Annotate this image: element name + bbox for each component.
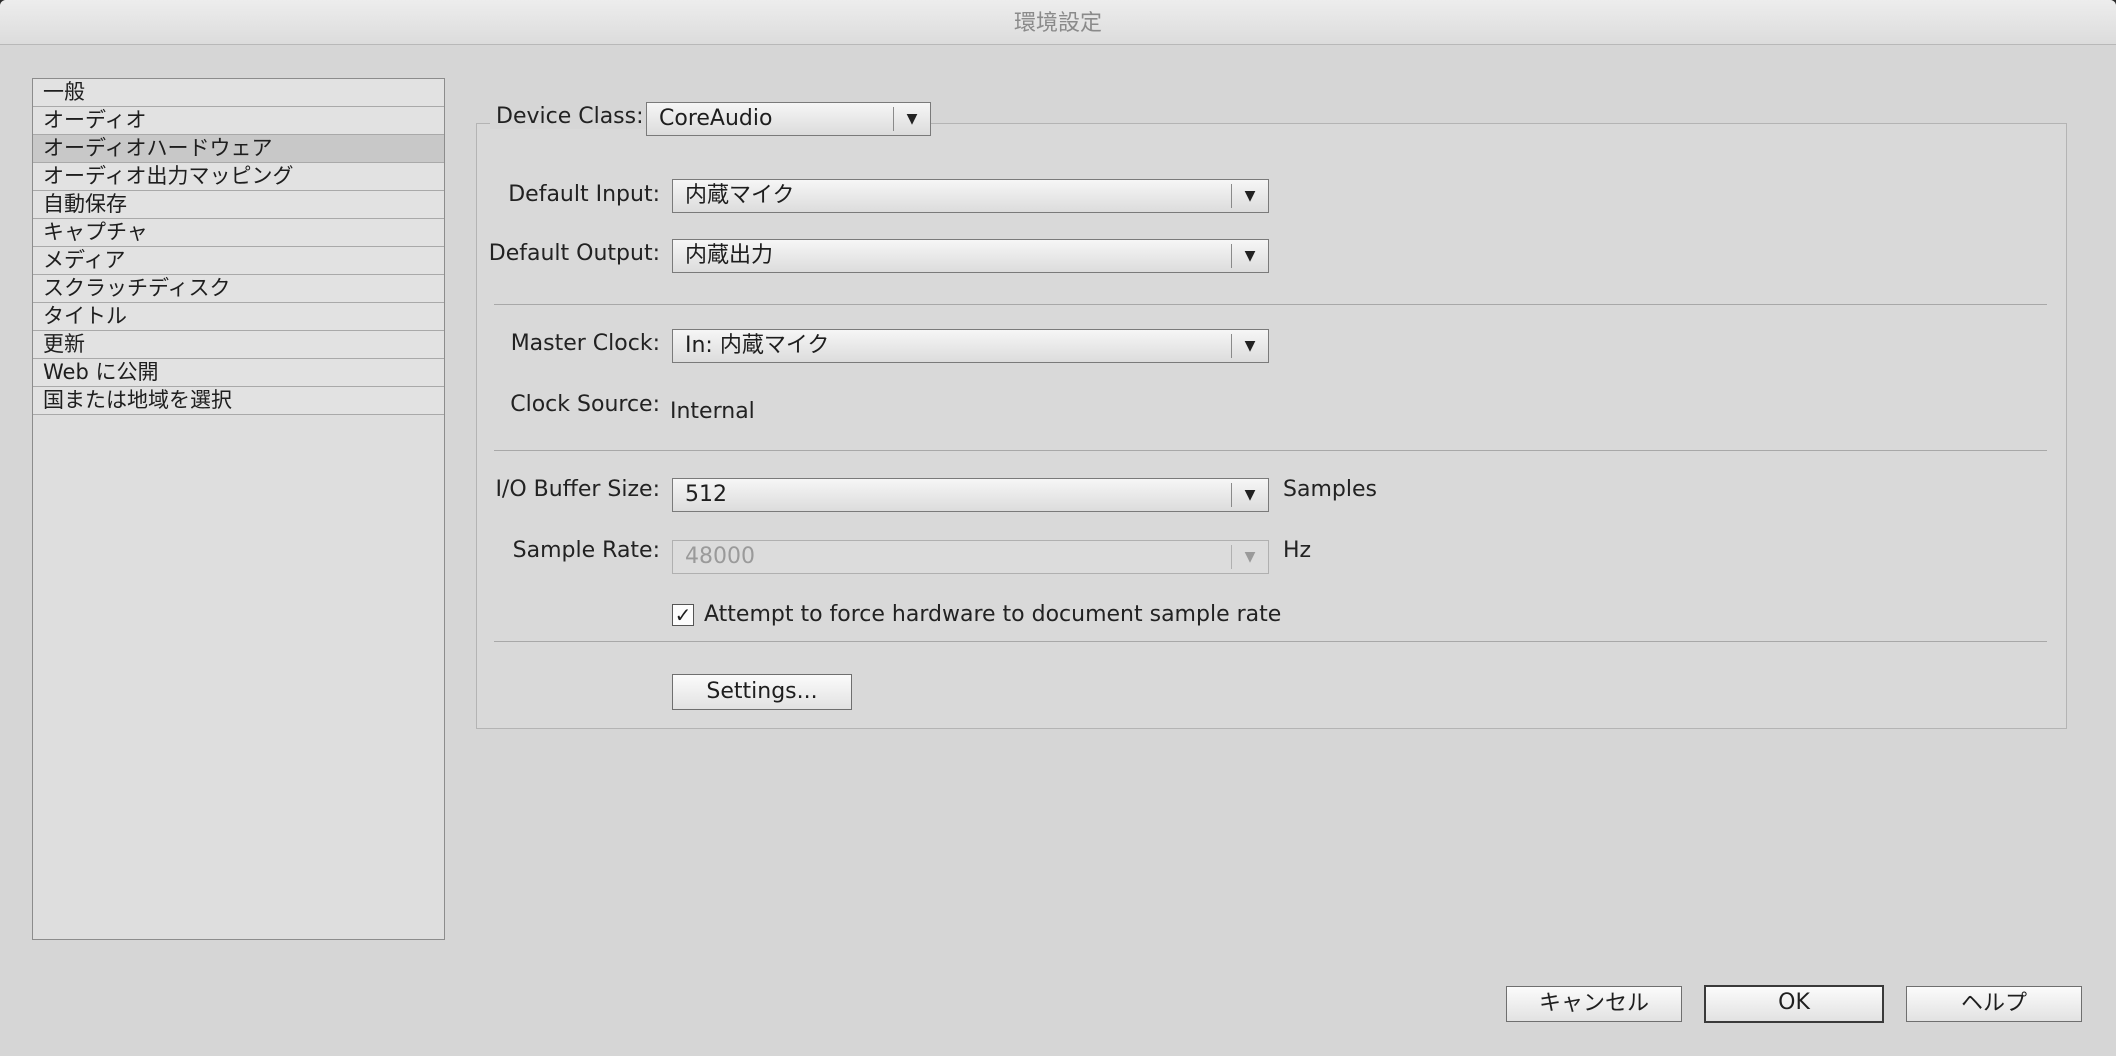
buffer-size-unit: Samples	[1283, 477, 1377, 502]
divider	[494, 641, 2047, 642]
master-clock-value: In: 内蔵マイク	[685, 333, 830, 358]
force-sample-rate-label[interactable]: Attempt to force hardware to document sa…	[704, 602, 1281, 627]
sample-rate-dropdown: 48000 ▼	[672, 540, 1269, 574]
clock-source-label: Clock Source:	[510, 392, 660, 417]
sample-rate-label: Sample Rate:	[512, 538, 660, 563]
category-item-select-region[interactable]: 国または地域を選択	[33, 387, 444, 415]
ok-button[interactable]: OK	[1704, 985, 1884, 1023]
category-item-capture[interactable]: キャプチャ	[33, 219, 444, 247]
settings-button[interactable]: Settings...	[672, 674, 852, 710]
device-class-label: Device Class:	[490, 104, 650, 129]
chevron-down-icon: ▼	[1231, 483, 1268, 507]
help-button[interactable]: ヘルプ	[1906, 986, 2082, 1022]
chevron-down-icon: ▼	[1231, 244, 1268, 268]
category-item-audio-output-mapping[interactable]: オーディオ出力マッピング	[33, 163, 444, 191]
chevron-down-icon: ▼	[1231, 334, 1268, 358]
clock-source-value: Internal	[670, 399, 755, 424]
default-input-label: Default Input:	[508, 182, 660, 207]
default-output-label: Default Output:	[488, 241, 660, 266]
sample-rate-unit: Hz	[1283, 538, 1312, 563]
category-item-audio-hardware[interactable]: オーディオハードウェア	[33, 135, 444, 163]
chevron-down-icon: ▼	[1231, 184, 1268, 208]
category-item-audio[interactable]: オーディオ	[33, 107, 444, 135]
checkmark-icon: ✓	[674, 603, 692, 627]
category-list[interactable]: 一般 オーディオ オーディオハードウェア オーディオ出力マッピング 自動保存 キ…	[32, 78, 445, 940]
default-output-value: 内蔵出力	[685, 243, 774, 268]
buffer-size-dropdown[interactable]: 512 ▼	[672, 478, 1269, 512]
buffer-size-value: 512	[685, 482, 727, 507]
audio-hardware-group	[476, 123, 2067, 729]
category-item-scratch-disks[interactable]: スクラッチディスク	[33, 275, 444, 303]
window-title: 環境設定	[0, 0, 2116, 45]
device-class-dropdown[interactable]: CoreAudio ▼	[646, 102, 931, 136]
chevron-down-icon: ▼	[893, 107, 930, 131]
category-item-updates[interactable]: 更新	[33, 331, 444, 359]
preferences-window: 環境設定 一般 オーディオ オーディオハードウェア オーディオ出力マッピング 自…	[0, 0, 2116, 1056]
chevron-down-icon: ▼	[1231, 545, 1268, 569]
divider	[494, 450, 2047, 451]
master-clock-dropdown[interactable]: In: 内蔵マイク ▼	[672, 329, 1269, 363]
divider	[494, 304, 2047, 305]
default-input-value: 内蔵マイク	[685, 183, 795, 208]
category-item-titler[interactable]: タイトル	[33, 303, 444, 331]
category-item-general[interactable]: 一般	[33, 79, 444, 107]
master-clock-label: Master Clock:	[510, 331, 660, 356]
category-item-auto-save[interactable]: 自動保存	[33, 191, 444, 219]
sample-rate-value: 48000	[685, 544, 755, 569]
cancel-button[interactable]: キャンセル	[1506, 986, 1682, 1022]
force-sample-rate-checkbox[interactable]: ✓	[672, 604, 694, 626]
default-output-dropdown[interactable]: 内蔵出力 ▼	[672, 239, 1269, 273]
device-class-value: CoreAudio	[659, 106, 773, 131]
default-input-dropdown[interactable]: 内蔵マイク ▼	[672, 179, 1269, 213]
buffer-size-label: I/O Buffer Size:	[495, 477, 660, 502]
category-item-media[interactable]: メディア	[33, 247, 444, 275]
category-item-publish-web[interactable]: Web に公開	[33, 359, 444, 387]
